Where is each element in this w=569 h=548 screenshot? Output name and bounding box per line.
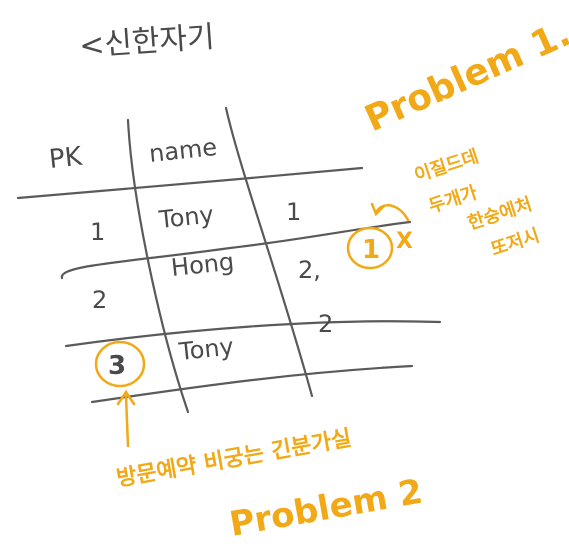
cell-pk-row1: 1 — [90, 218, 105, 246]
cell-extra-row4: 2 — [318, 310, 333, 338]
whiteboard-sketch: <신한자기 PK name 1 Tony 1 Hong 2, 2 Tony 2 … — [0, 0, 569, 548]
problem1-note-line4: 또저시 — [488, 225, 542, 260]
problem1-title: Problem 1. — [359, 13, 569, 140]
arrow-to-three — [124, 394, 130, 448]
problem1-note-line1: 이질드데 — [412, 146, 481, 186]
circled-three-text: 3 — [108, 351, 126, 381]
cell-name-row4: Tony — [177, 332, 235, 366]
problem2-title: Problem 2 — [227, 472, 426, 545]
cell-name-row2: Hong — [170, 248, 236, 282]
cell-name-row1: Tony — [157, 200, 215, 234]
problem1-note: 이질드데 두개가 한숭에처 또저시 — [412, 146, 542, 260]
sketch-heading: <신한자기 — [78, 20, 216, 64]
table-header-pk: PK — [48, 142, 85, 175]
circled-one-text: 1 — [362, 235, 380, 265]
row-line-3 — [90, 364, 414, 404]
column-line-2 — [224, 106, 314, 398]
sketch-canvas: <신한자기 PK name 1 Tony 1 Hong 2, 2 Tony 2 … — [16, 13, 569, 545]
cell-extra-row1: 1 — [286, 198, 301, 226]
cell-extra-row2: 2, — [298, 256, 321, 284]
problem2-note: 방문예약 비궁는 긴분가실 — [115, 426, 354, 492]
cross-mark: X — [396, 229, 413, 254]
table-header-name: name — [148, 133, 219, 168]
cell-pk-row3: 2 — [92, 286, 107, 314]
